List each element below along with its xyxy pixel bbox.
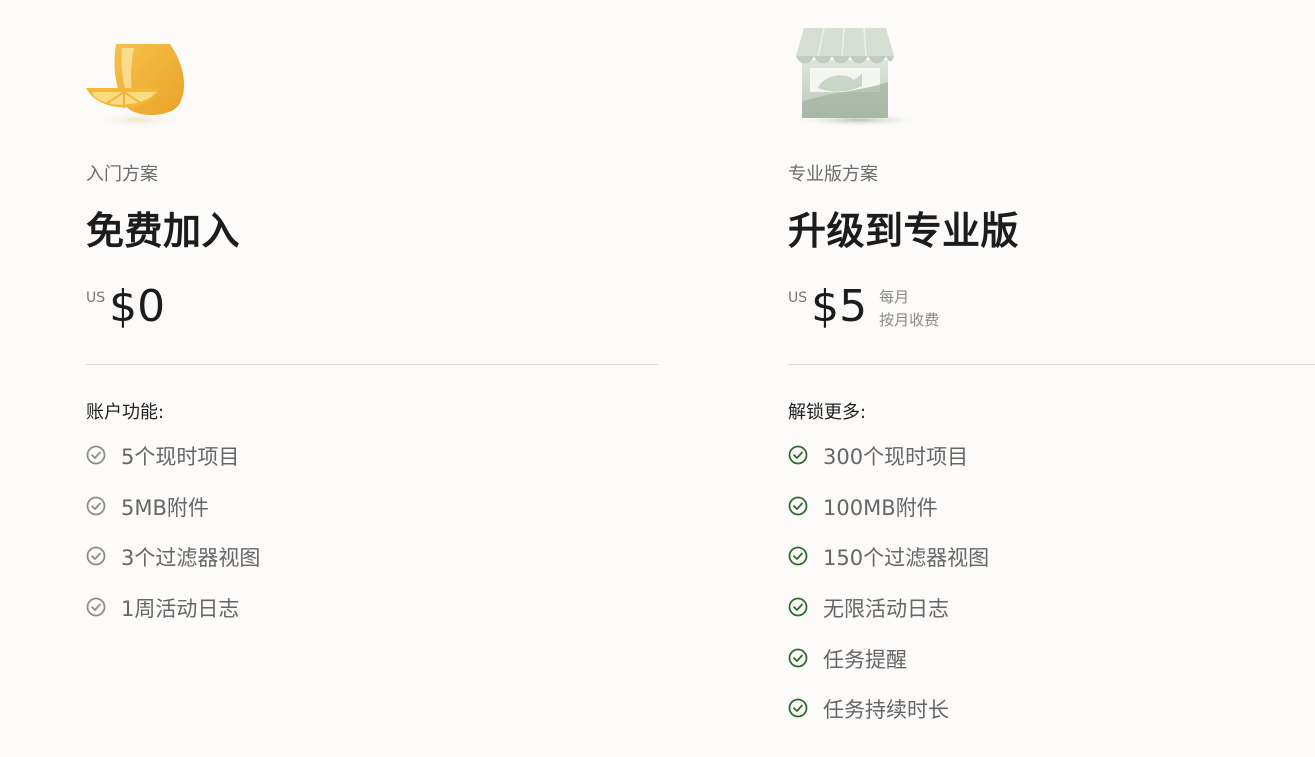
currency-label: US <box>86 290 106 306</box>
price-amount: $5 <box>811 281 868 332</box>
feature-label: 100MB附件 <box>823 495 938 520</box>
pricing-page: 入门方案 免费加入 US $0 账户功能: 5个现时项目 5MB附件 3个过滤器… <box>0 0 1315 757</box>
price-amount: $0 <box>109 281 166 332</box>
feature-list: 5个现时项目 5MB附件 3个过滤器视图 1周活动日志 <box>86 437 260 640</box>
feature-item: 任务提醒 <box>788 640 989 691</box>
check-circle-icon <box>86 546 106 566</box>
feature-label: 1周活动日志 <box>121 597 240 622</box>
feature-item: 150个过滤器视图 <box>788 538 989 589</box>
price: US $0 <box>86 282 165 332</box>
feature-label: 300个现时项目 <box>823 445 969 469</box>
feature-item: 5MB附件 <box>86 488 260 539</box>
check-circle-icon <box>86 496 106 516</box>
feature-item: 300个现时项目 <box>788 437 989 488</box>
plan-title: 升级到专业版 <box>788 209 1020 253</box>
check-circle-icon <box>788 648 808 668</box>
check-circle-icon <box>788 699 808 718</box>
plan-free: 入门方案 免费加入 US $0 账户功能: 5个现时项目 5MB附件 3个过滤器… <box>86 0 658 757</box>
feature-item: 5个现时项目 <box>86 437 260 488</box>
feature-item: 100MB附件 <box>788 488 989 539</box>
check-circle-icon <box>788 546 808 566</box>
lemon-drink-icon <box>86 22 226 132</box>
feature-label: 无限活动日志 <box>823 597 949 622</box>
feature-item: 无限活动日志 <box>788 589 989 640</box>
feature-list: 300个现时项目 100MB附件 150个过滤器视图 无限活动日志 任务提醒 任… <box>788 437 989 741</box>
feature-label: 5个现时项目 <box>121 445 240 469</box>
features-heading: 解锁更多: <box>788 402 867 423</box>
billing-period: 每月 <box>879 288 910 306</box>
feature-label: 任务提醒 <box>823 647 907 672</box>
features-heading: 账户功能: <box>86 402 165 423</box>
currency-label: US <box>788 290 808 306</box>
plan-kicker: 入门方案 <box>86 164 158 185</box>
billing-note: 按月收费 <box>879 311 940 329</box>
check-circle-icon <box>788 496 808 516</box>
plan-pro: 专业版方案 升级到专业版 US $5 每月 按月收费 解锁更多: 300个现时项… <box>788 0 1315 757</box>
check-circle-icon <box>788 597 808 617</box>
divider <box>788 364 1315 365</box>
check-circle-icon <box>86 597 106 617</box>
plan-title: 免费加入 <box>86 209 241 253</box>
check-circle-icon <box>86 445 106 465</box>
plan-kicker: 专业版方案 <box>788 164 878 185</box>
feature-label: 150个过滤器视图 <box>823 546 990 571</box>
feature-item: 1周活动日志 <box>86 589 260 640</box>
billing-info: 每月 按月收费 <box>879 286 939 332</box>
feature-label: 5MB附件 <box>121 495 209 520</box>
feature-label: 任务持续时长 <box>823 698 949 723</box>
feature-item: 任务持续时长 <box>788 690 989 741</box>
storefront-icon <box>788 22 928 132</box>
price: US $5 每月 按月收费 <box>788 282 939 332</box>
check-circle-icon <box>788 445 808 465</box>
feature-label: 3个过滤器视图 <box>121 546 261 571</box>
feature-item: 3个过滤器视图 <box>86 538 260 589</box>
divider <box>86 364 658 365</box>
